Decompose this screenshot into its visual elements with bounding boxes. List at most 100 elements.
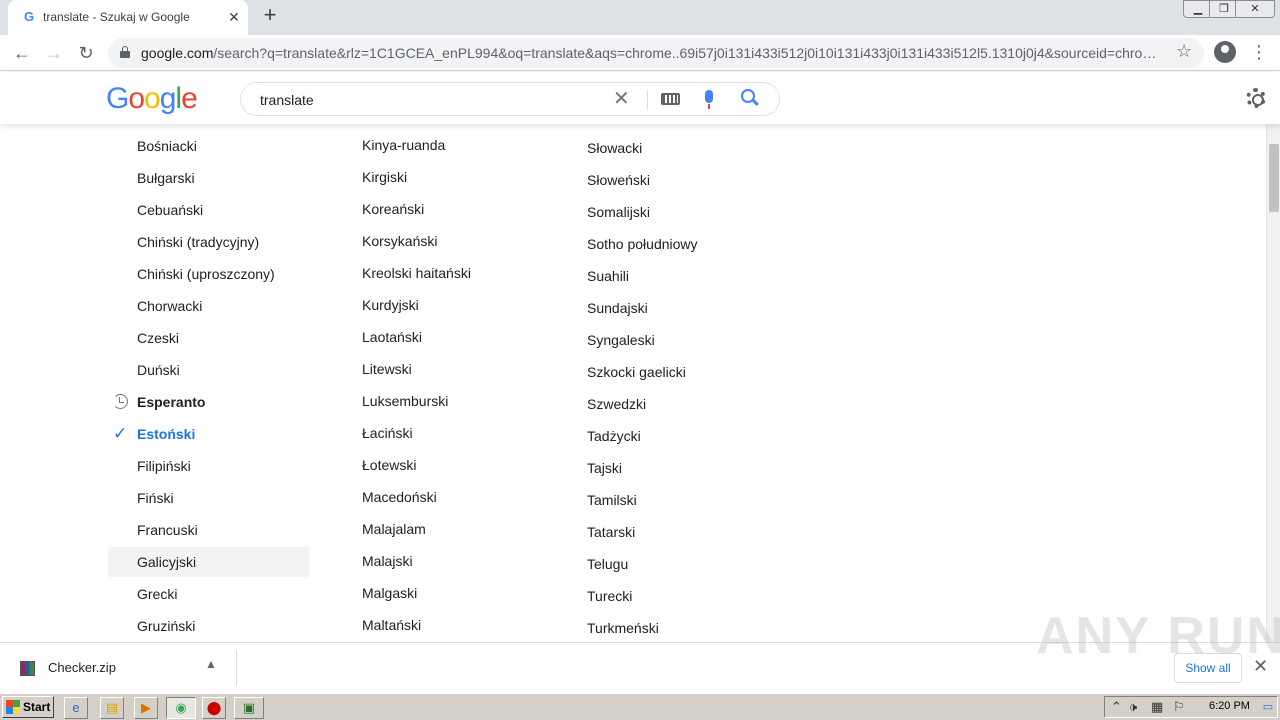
language-option[interactable]: Duński [137, 360, 180, 380]
language-option[interactable]: Słoweński [587, 170, 650, 190]
language-option[interactable]: Czeski [137, 328, 179, 348]
language-option[interactable]: Esperanto [137, 392, 205, 412]
window-close-button[interactable]: ✕ [1235, 0, 1275, 18]
google-logo[interactable]: Google [106, 82, 198, 116]
language-option[interactable]: Grecki [137, 584, 177, 604]
language-option[interactable]: Tatarski [587, 522, 635, 542]
new-tab-button[interactable]: + [258, 4, 282, 28]
language-option[interactable]: Chiński (tradycyjny) [137, 232, 259, 252]
language-option[interactable]: Sundajski [587, 298, 648, 318]
language-option[interactable]: Turkmeński [587, 618, 659, 638]
window-app-icon[interactable]: ▣ [234, 697, 264, 719]
language-option[interactable]: Chorwacki [137, 296, 202, 316]
language-option[interactable]: Sotho południowy [587, 234, 698, 254]
language-option[interactable]: Tamilski [587, 490, 637, 510]
profile-avatar-icon[interactable] [1214, 41, 1236, 63]
system-tray: ⌃ 🕩 ▦ ⚐ 6:20 PM [1104, 696, 1278, 718]
gear-icon[interactable] [1246, 88, 1266, 108]
language-option[interactable]: Filipiński [137, 456, 191, 476]
bookmark-star-icon[interactable]: ☆ [1176, 41, 1192, 62]
language-option[interactable]: Tajski [587, 458, 622, 478]
language-option[interactable]: Cebuański [137, 200, 203, 220]
tab-close-icon[interactable]: ✕ [224, 7, 244, 27]
back-arrow-icon[interactable]: ← [8, 39, 36, 67]
tray-expand-icon[interactable]: ⌃ [1111, 699, 1122, 715]
language-option[interactable]: Somalijski [587, 202, 650, 222]
logo-letter: o [128, 82, 145, 115]
logo-letter: G [106, 82, 129, 115]
language-option[interactable]: Syngaleski [587, 330, 655, 350]
language-option[interactable]: Kinya-ruanda [362, 135, 445, 155]
language-list: ✓ Bośniacki Bułgarski Cebuański Chiński (tr… [0, 124, 1266, 642]
network-icon[interactable]: ▦ [1151, 699, 1163, 715]
url-host: google.com [141, 45, 214, 61]
language-option[interactable]: Słowacki [587, 138, 642, 158]
search-box[interactable]: ✕ [240, 82, 780, 116]
microphone-icon[interactable] [705, 90, 713, 109]
scrollbar-thumb[interactable] [1269, 144, 1279, 212]
language-option[interactable]: Łaciński [362, 423, 413, 443]
language-option[interactable]: Suahili [587, 266, 629, 286]
language-option[interactable]: Fiński [137, 488, 174, 508]
start-button[interactable]: Start [2, 696, 54, 718]
download-filename[interactable]: Checker.zip [48, 660, 116, 675]
clear-search-icon[interactable]: ✕ [613, 88, 630, 110]
url-text[interactable]: google.com/search?q=translate&rlz=1C1GCE… [141, 45, 1161, 61]
reload-icon[interactable]: ↻ [72, 39, 100, 67]
language-option[interactable]: Telugu [587, 554, 628, 574]
language-option[interactable]: Bośniacki [137, 136, 197, 156]
language-option[interactable]: Chiński (uproszczony) [137, 264, 275, 284]
language-option[interactable]: Kreolski haitański [362, 263, 471, 283]
url-path: /search?q=translate&rlz=1C1GCEA_enPL994&… [213, 45, 1161, 61]
language-option[interactable]: Laotański [362, 327, 422, 347]
browser-tab[interactable]: G translate - Szukaj w Google ✕ [8, 0, 248, 35]
language-option[interactable]: Macedoński [362, 487, 437, 507]
language-option[interactable]: Estoński [137, 424, 195, 444]
page-scrollbar[interactable] [1266, 72, 1280, 642]
search-input[interactable] [260, 92, 600, 108]
media-player-icon[interactable]: ▶ [134, 697, 158, 719]
folder-icon[interactable]: ▤ [100, 697, 124, 719]
language-option[interactable]: Francuski [137, 520, 198, 540]
language-option[interactable]: Kurdyjski [362, 295, 419, 315]
flag-icon[interactable]: ⚐ [1173, 699, 1185, 715]
internet-explorer-icon[interactable]: e [64, 697, 88, 719]
language-option[interactable]: Łotewski [362, 455, 416, 475]
show-desktop-icon[interactable]: ▭ [1258, 697, 1278, 719]
windows-taskbar: Start e ▤ ▶ ◉ ⬤ ▣ ⌃ 🕩 ▦ ⚐ 6:20 PM ▭ [0, 692, 1280, 720]
language-option[interactable]: Tadżycki [587, 426, 641, 446]
language-option[interactable]: Litewski [362, 359, 412, 379]
chrome-menu-icon[interactable]: ⋮ [1250, 42, 1268, 62]
language-option[interactable]: Turecki [587, 586, 632, 606]
tab-strip: G translate - Szukaj w Google ✕ + ▁ ❐ ✕ [0, 0, 1280, 35]
opera-icon[interactable]: ⬤ [202, 697, 226, 719]
lock-icon[interactable] [120, 46, 130, 58]
address-bar[interactable]: google.com/search?q=translate&rlz=1C1GCE… [108, 38, 1204, 68]
anyrun-watermark: ANY RUN [1036, 607, 1280, 665]
search-divider [647, 90, 648, 110]
language-option[interactable]: Szwedzki [587, 394, 646, 414]
language-option[interactable]: Gruziński [137, 616, 195, 636]
search-icon[interactable] [741, 89, 755, 103]
language-option[interactable]: Malgaski [362, 583, 417, 603]
winrar-archive-icon[interactable] [20, 661, 35, 676]
forward-arrow-icon[interactable]: → [40, 39, 68, 67]
language-option[interactable]: Malajalam [362, 519, 426, 539]
language-option[interactable]: Korsykański [362, 231, 437, 251]
chrome-icon[interactable]: ◉ [166, 697, 196, 719]
clock[interactable]: 6:20 PM [1209, 700, 1250, 712]
keyboard-icon[interactable] [661, 93, 680, 105]
windows-flag-icon [6, 700, 20, 714]
logo-letter: o [144, 82, 161, 115]
chevron-up-icon[interactable]: ▲ [205, 657, 217, 671]
speaker-icon[interactable]: 🕩 [1129, 699, 1137, 715]
language-option[interactable]: Luksemburski [362, 391, 448, 411]
language-option[interactable]: Maltański [362, 615, 421, 635]
language-option[interactable]: Bułgarski [137, 168, 195, 188]
language-option[interactable]: Kirgiski [362, 167, 407, 187]
language-option[interactable]: Koreański [362, 199, 424, 219]
language-option[interactable]: Galicyjski [137, 552, 196, 572]
language-option[interactable]: Szkocki gaelicki [587, 362, 686, 382]
language-option[interactable]: Malajski [362, 551, 413, 571]
tab-title: translate - Szukaj w Google [43, 10, 190, 24]
